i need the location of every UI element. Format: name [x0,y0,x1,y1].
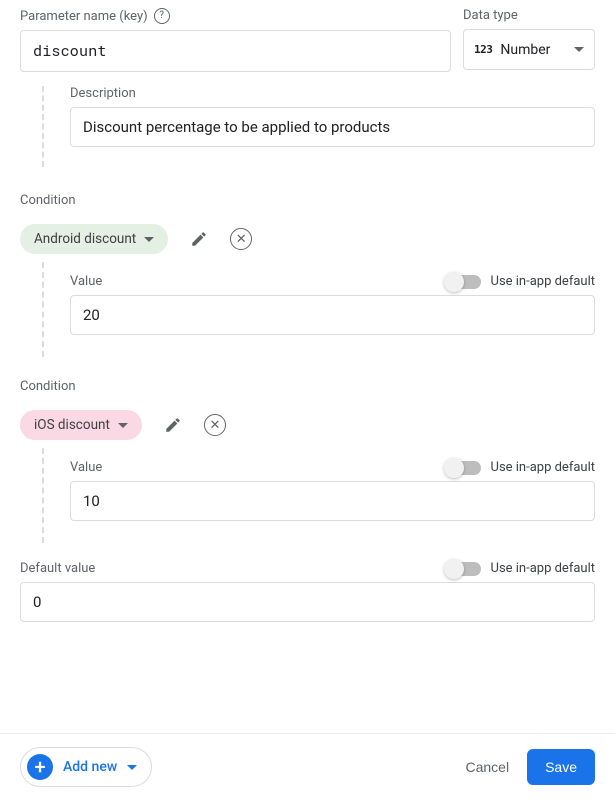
param-name-label: Parameter name (key) ? [20,8,451,24]
use-in-app-default-label: Use in-app default [491,561,595,576]
cancel-button[interactable]: Cancel [465,759,509,775]
data-type-label: Data type [463,8,595,23]
use-in-app-default-toggle[interactable] [447,275,481,289]
chevron-down-icon [574,47,584,52]
number-icon: 123 [474,43,492,56]
plus-icon: + [27,754,53,780]
use-in-app-default-label: Use in-app default [491,274,595,289]
data-type-select[interactable]: 123 Number [463,29,595,70]
use-in-app-default-toggle[interactable] [447,562,481,576]
param-name-input[interactable] [20,30,451,72]
value-label: Value [70,274,102,289]
remove-icon[interactable]: ✕ [230,228,252,250]
chevron-down-icon [118,423,128,428]
remove-icon[interactable]: ✕ [204,414,226,436]
data-type-value: Number [500,42,550,58]
condition-value-input[interactable] [70,295,595,335]
add-new-button[interactable]: + Add new [20,747,152,787]
condition-chip[interactable]: iOS discount [20,410,142,440]
save-button[interactable]: Save [527,749,595,785]
default-value-input[interactable] [20,582,595,622]
description-input[interactable] [70,107,595,147]
edit-icon[interactable] [186,226,212,252]
condition-chip-label: iOS discount [34,417,110,433]
default-value-label: Default value [20,561,95,576]
chevron-down-icon [144,237,154,242]
use-in-app-default-label: Use in-app default [491,460,595,475]
use-in-app-default-toggle[interactable] [447,461,481,475]
help-icon[interactable]: ? [154,8,170,24]
condition-chip[interactable]: Android discount [20,224,168,254]
chevron-down-icon [127,765,137,770]
footer-bar: + Add new Cancel Save [0,733,615,800]
condition-label: Condition [20,193,595,208]
value-label: Value [70,460,102,475]
condition-chip-label: Android discount [34,231,136,247]
edit-icon[interactable] [160,412,186,438]
add-new-label: Add new [63,759,117,775]
description-label: Description [70,86,595,101]
condition-label: Condition [20,379,595,394]
condition-value-input[interactable] [70,481,595,521]
